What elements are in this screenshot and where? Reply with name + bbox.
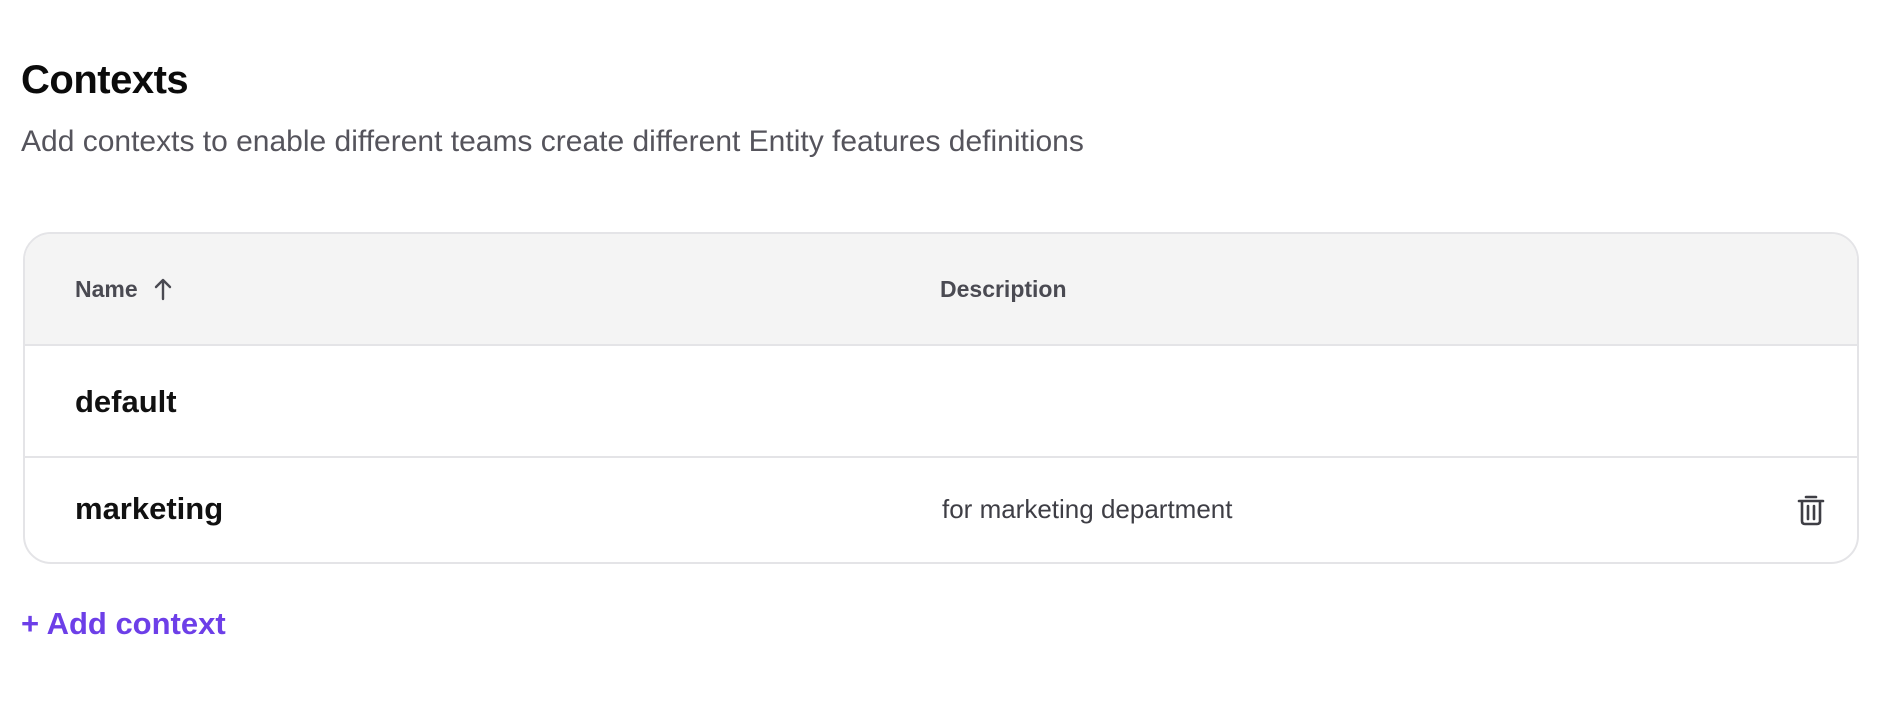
contexts-table: Name Description default marketing for m… bbox=[23, 232, 1859, 564]
column-header-description[interactable]: Description bbox=[940, 274, 1067, 304]
table-header: Name Description bbox=[25, 234, 1857, 346]
column-header-name[interactable]: Name bbox=[75, 274, 174, 304]
context-name: marketing bbox=[75, 491, 224, 526]
table-row[interactable]: marketing for marketing department bbox=[25, 458, 1857, 562]
add-context-button[interactable]: + Add context bbox=[21, 604, 226, 644]
context-name: default bbox=[75, 384, 177, 419]
column-header-description-label: Description bbox=[940, 276, 1067, 302]
page-subtitle: Add contexts to enable different teams c… bbox=[21, 125, 1084, 158]
arrow-up-icon[interactable] bbox=[152, 276, 174, 302]
column-header-name-label: Name bbox=[75, 276, 138, 302]
trash-icon bbox=[1797, 495, 1825, 526]
delete-context-button[interactable] bbox=[1791, 490, 1831, 530]
context-description: for marketing department bbox=[942, 494, 1233, 524]
page-title: Contexts bbox=[21, 58, 189, 102]
table-row[interactable]: default bbox=[25, 346, 1857, 458]
